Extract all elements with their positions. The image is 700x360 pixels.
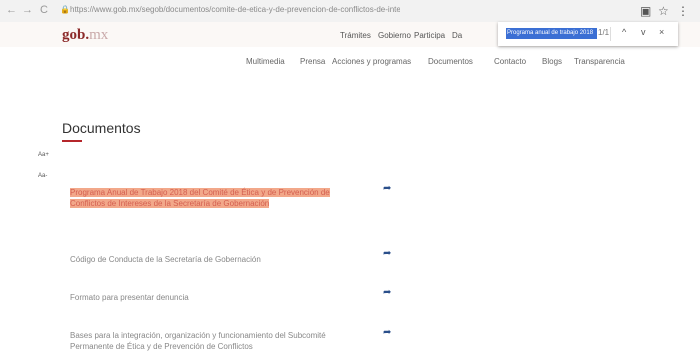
site-logo[interactable]: gob.mx [62, 27, 108, 44]
nav-gobierno[interactable]: Gobierno [378, 31, 411, 40]
subnav-blogs[interactable]: Blogs [542, 57, 562, 66]
address-bar[interactable]: https://www.gob.mx/segob/documentos/comi… [70, 5, 400, 14]
subnav-acciones[interactable]: Acciones y programas [332, 57, 411, 66]
find-result-count: 1/1 [598, 28, 610, 37]
share-arrow-icon[interactable]: ➦ [383, 183, 391, 194]
find-input[interactable]: Programa anual de trabajo 2018 [506, 28, 597, 39]
font-increase-button[interactable]: Aa+ [38, 152, 49, 158]
nav-tramites[interactable]: Trámites [340, 31, 371, 40]
menu-icon[interactable]: ⋮ [677, 4, 689, 18]
share-arrow-icon[interactable]: ➦ [383, 327, 391, 338]
subnav-contacto[interactable]: Contacto [494, 57, 526, 66]
share-arrow-icon[interactable]: ➦ [383, 287, 391, 298]
subnav-transparencia[interactable]: Transparencia [574, 57, 625, 66]
browser-toolbar: ← → C 🔒 https://www.gob.mx/segob/documen… [0, 0, 700, 22]
subnav-documentos[interactable]: Documentos [428, 57, 473, 66]
subnav-multimedia[interactable]: Multimedia [246, 57, 285, 66]
find-close-button[interactable]: × [659, 27, 664, 37]
find-divider [610, 27, 611, 41]
bookmark-star-icon[interactable]: ☆ [658, 4, 669, 18]
document-link[interactable]: Bases para la integración, organización … [70, 330, 330, 352]
find-next-button[interactable]: v [641, 27, 646, 37]
extension-icon[interactable]: ▣ [640, 4, 651, 18]
nav-participa[interactable]: Participa [414, 31, 445, 40]
document-link[interactable]: Formato para presentar denuncia [70, 292, 330, 303]
font-decrease-button[interactable]: Aa- [38, 173, 47, 179]
share-arrow-icon[interactable]: ➦ [383, 248, 391, 259]
document-link[interactable]: Código de Conducta de la Secretaría de G… [70, 254, 330, 265]
page-title: Documentos [62, 120, 141, 136]
find-previous-button[interactable]: ^ [622, 27, 626, 37]
back-button[interactable]: ← [6, 4, 17, 16]
title-underline [62, 140, 82, 142]
nav-datos[interactable]: Da [452, 31, 462, 40]
subnav-prensa[interactable]: Prensa [300, 57, 325, 66]
reload-button[interactable]: C [40, 4, 48, 16]
document-link[interactable]: Programa Anual de Trabajo 2018 del Comit… [70, 187, 330, 209]
forward-button[interactable]: → [22, 4, 33, 16]
find-bar: Programa anual de trabajo 2018 1/1 ^ v × [498, 22, 678, 46]
lock-icon: 🔒 [60, 5, 70, 14]
